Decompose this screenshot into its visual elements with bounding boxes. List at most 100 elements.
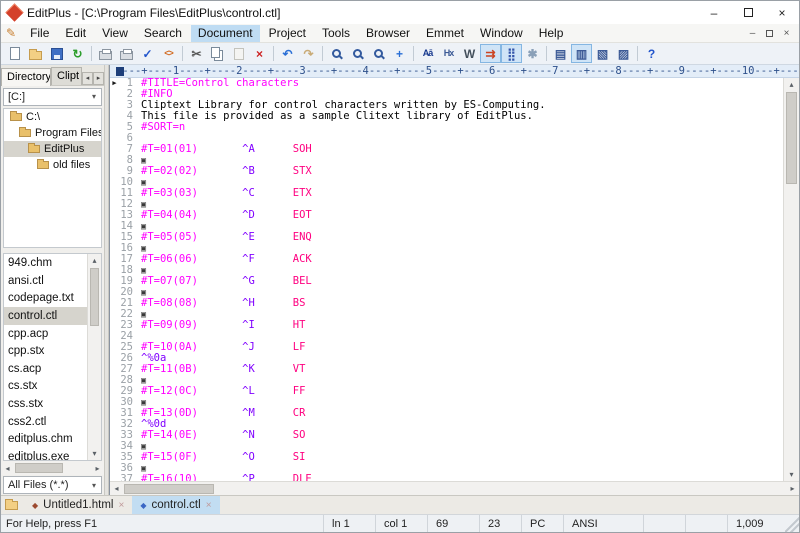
directory-window-icon[interactable]: ▤ bbox=[550, 44, 571, 63]
status-cell-1-009: 1,009 bbox=[727, 515, 785, 532]
open-file-icon[interactable] bbox=[25, 44, 46, 63]
word-wrap-icon[interactable]: W bbox=[459, 44, 480, 63]
close-tab-icon[interactable]: × bbox=[118, 500, 124, 511]
file-item-css2-ctl[interactable]: css2.ctl bbox=[4, 413, 87, 431]
replace-icon[interactable] bbox=[347, 44, 368, 63]
editor-vscrollbar[interactable]: ▴ ▾ bbox=[783, 78, 799, 481]
menu-edit[interactable]: Edit bbox=[58, 25, 93, 42]
menu-tools[interactable]: Tools bbox=[315, 25, 357, 42]
save-icon[interactable] bbox=[46, 44, 67, 63]
doc-tab-control-ctl[interactable]: ◆control.ctl× bbox=[132, 496, 219, 514]
scroll-up-icon[interactable]: ▴ bbox=[88, 254, 101, 267]
file-item-cpp-stx[interactable]: cpp.stx bbox=[4, 342, 87, 360]
file-item-cs-stx[interactable]: cs.stx bbox=[4, 378, 87, 396]
tab-scroll-right-icon[interactable]: ▸ bbox=[93, 72, 104, 85]
maximize-button[interactable] bbox=[731, 2, 765, 24]
menu-browser[interactable]: Browser bbox=[359, 25, 417, 42]
scroll-right-icon[interactable]: ▸ bbox=[91, 461, 104, 475]
file-item-css-stx[interactable]: css.stx bbox=[4, 395, 87, 413]
mdi-restore-button[interactable] bbox=[761, 26, 778, 40]
chevron-down-icon: ▾ bbox=[87, 92, 101, 101]
scroll-left-icon[interactable]: ◂ bbox=[110, 482, 123, 496]
context-help-icon[interactable]: ? bbox=[641, 44, 662, 63]
file-item-editplus-chm[interactable]: editplus.chm bbox=[4, 430, 87, 448]
menu-document[interactable]: Document bbox=[191, 25, 260, 42]
menu-window[interactable]: Window bbox=[473, 25, 530, 42]
file-filter-select[interactable]: All Files (*.*) ▾ bbox=[3, 476, 102, 494]
editor-line: 4This file is provided as a sample Clite… bbox=[110, 111, 783, 122]
find-icon[interactable] bbox=[326, 44, 347, 63]
menu-project[interactable]: Project bbox=[262, 25, 313, 42]
file-list-vscrollbar[interactable]: ▴ ▾ bbox=[87, 254, 101, 460]
editor-vscroll-thumb[interactable] bbox=[786, 92, 797, 184]
change-case-icon[interactable]: Aā bbox=[417, 44, 438, 63]
show-marks-icon[interactable]: ⇉ bbox=[480, 44, 501, 63]
print-icon[interactable] bbox=[116, 44, 137, 63]
new-file-icon[interactable] bbox=[4, 44, 25, 63]
tab-cliptext[interactable]: Clipt bbox=[51, 67, 82, 85]
file-item-cpp-acp[interactable]: cpp.acp bbox=[4, 325, 87, 343]
file-item-ansi-ctl[interactable]: ansi.ctl bbox=[4, 272, 87, 290]
file-item-codepage-txt[interactable]: codepage.txt bbox=[4, 290, 87, 308]
undo-icon[interactable]: ↶ bbox=[277, 44, 298, 63]
file-list-vscroll-thumb[interactable] bbox=[90, 268, 99, 326]
close-tab-icon[interactable]: × bbox=[206, 500, 212, 511]
mdi-minimize-button[interactable]: – bbox=[744, 26, 761, 40]
scroll-right-icon[interactable]: ▸ bbox=[786, 482, 799, 496]
file-list-hscroll-thumb[interactable] bbox=[15, 463, 63, 473]
menu-help[interactable]: Help bbox=[532, 25, 571, 42]
menu-emmet[interactable]: Emmet bbox=[419, 25, 471, 42]
redo-icon[interactable]: ↷ bbox=[298, 44, 319, 63]
file-item-control-ctl[interactable]: control.ctl bbox=[4, 307, 87, 325]
browser-window-icon[interactable]: ▨ bbox=[613, 44, 634, 63]
copy-icon[interactable] bbox=[207, 44, 228, 63]
html-toolbar-icon[interactable]: <> bbox=[158, 44, 179, 63]
maximize-icon bbox=[744, 8, 753, 17]
mdi-close-button[interactable]: × bbox=[778, 26, 795, 40]
scroll-up-icon[interactable]: ▴ bbox=[784, 78, 799, 91]
editor-hscroll-thumb[interactable] bbox=[124, 484, 214, 494]
tree-item-old-files[interactable]: old files bbox=[4, 157, 101, 173]
reload-icon[interactable]: ↻ bbox=[67, 44, 88, 63]
output-window-icon[interactable]: ▧ bbox=[592, 44, 613, 63]
resize-grip[interactable] bbox=[785, 515, 799, 532]
tab-scroll-left-icon[interactable]: ◂ bbox=[82, 72, 93, 85]
close-button[interactable]: × bbox=[765, 2, 799, 24]
cliptext-window-icon[interactable]: ▥ bbox=[571, 44, 592, 63]
editor-text-area[interactable]: ▶1#TITLE=Control characters2#INFO3Clipte… bbox=[110, 78, 783, 481]
code-segment: #T=05(05) bbox=[141, 231, 198, 243]
code-segment: #T=11(0B) bbox=[141, 363, 198, 375]
menu-search[interactable]: Search bbox=[137, 25, 189, 42]
scroll-down-icon[interactable]: ▾ bbox=[784, 468, 799, 481]
paste-icon[interactable] bbox=[228, 44, 249, 63]
drive-select[interactable]: [C:] ▾ bbox=[3, 88, 102, 107]
tab-directory[interactable]: Directory bbox=[1, 68, 51, 86]
menu-view[interactable]: View bbox=[95, 25, 135, 42]
cut-icon[interactable]: ✂ bbox=[186, 44, 207, 63]
scroll-down-icon[interactable]: ▾ bbox=[88, 447, 101, 460]
minimize-button[interactable]: – bbox=[697, 2, 731, 24]
tree-item-c-[interactable]: C:\ bbox=[4, 109, 101, 125]
line-cursor-marker bbox=[110, 210, 119, 221]
delete-icon[interactable]: × bbox=[249, 44, 270, 63]
line-numbers-icon[interactable]: ⣿ bbox=[501, 44, 522, 63]
documents-folder-icon[interactable] bbox=[5, 501, 18, 510]
doc-tab-untitled1-html[interactable]: ◆Untitled1.html× bbox=[24, 496, 132, 514]
tree-item-editplus[interactable]: EditPlus bbox=[4, 141, 101, 157]
file-item-949-chm[interactable]: 949.chm bbox=[4, 254, 87, 272]
find-in-files-icon[interactable] bbox=[368, 44, 389, 63]
editor-hscrollbar[interactable]: ◂ ▸ bbox=[110, 481, 799, 495]
file-list-hscrollbar[interactable]: ◂ ▸ bbox=[1, 461, 104, 475]
file-item-editplus-exe[interactable]: editplus.exe bbox=[4, 448, 87, 460]
line-cursor-marker bbox=[110, 474, 119, 481]
file-item-cs-acp[interactable]: cs.acp bbox=[4, 360, 87, 378]
print-preview-icon[interactable] bbox=[95, 44, 116, 63]
scroll-left-icon[interactable]: ◂ bbox=[1, 461, 14, 475]
settings-gear-icon[interactable]: ✱ bbox=[522, 44, 543, 63]
spell-check-icon[interactable]: ✓ bbox=[137, 44, 158, 63]
menu-file[interactable]: File bbox=[23, 25, 56, 42]
hex-viewer-icon[interactable]: Hx bbox=[438, 44, 459, 63]
mark-all-icon[interactable]: + bbox=[389, 44, 410, 63]
reload-icon: ↻ bbox=[72, 48, 82, 60]
tree-item-program-files[interactable]: Program Files bbox=[4, 125, 101, 141]
